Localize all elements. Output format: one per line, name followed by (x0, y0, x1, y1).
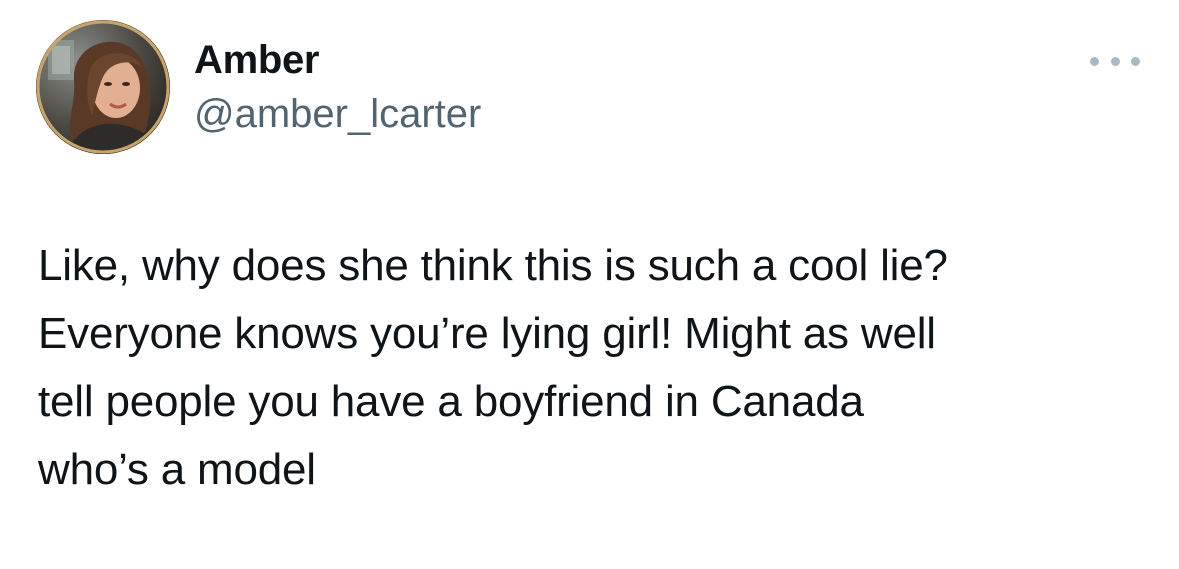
menu-dot (1090, 56, 1099, 66)
more-options-icon[interactable] (1090, 48, 1140, 74)
tweet-text-line: Like, why does she think this is such a … (38, 241, 948, 290)
tweet-text-line: Everyone knows you’re lying girl! Might … (38, 309, 936, 358)
display-name[interactable]: Amber (194, 38, 320, 83)
menu-dot (1131, 56, 1140, 66)
avatar[interactable] (36, 20, 170, 154)
user-handle[interactable]: @amber_lcarter (194, 92, 481, 137)
tweet-card: Amber @amber_lcarter Like, why does she … (0, 0, 1179, 569)
tweet-text-line: who’s a model (38, 445, 316, 494)
tweet-text: Like, why does she think this is such a … (38, 232, 1148, 504)
menu-dot (1110, 56, 1120, 66)
tweet-text-line: tell people you have a boyfriend in Cana… (38, 377, 864, 426)
avatar-photo-icon (36, 20, 170, 154)
